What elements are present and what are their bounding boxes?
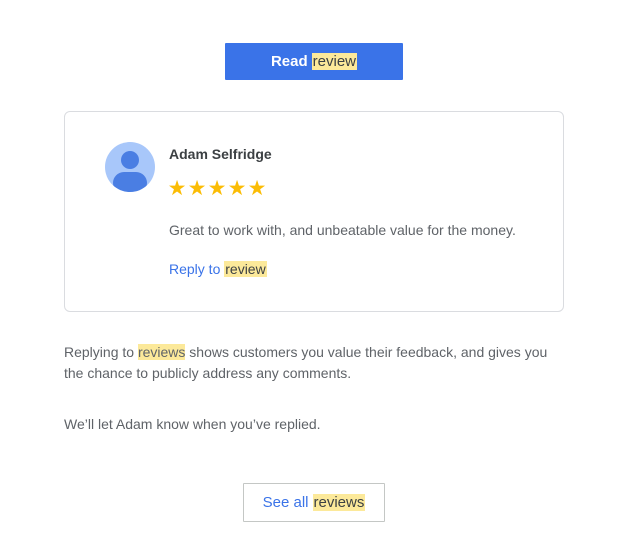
reply-info-suffix: shows customers you value their feedback… <box>64 344 548 381</box>
reply-info-highlight: reviews <box>137 344 186 360</box>
review-text: Great to work with, and unbeatable value… <box>169 222 516 238</box>
star-icon: ★ <box>207 177 227 200</box>
reply-link-label: Reply to <box>169 261 221 277</box>
person-icon-body <box>113 172 147 192</box>
star-rating: ★ ★ ★ ★ ★ <box>167 176 267 202</box>
star-icon: ★ <box>247 177 267 200</box>
avatar <box>105 142 155 192</box>
reply-info-prefix: Replying to <box>64 344 135 360</box>
review-card: Adam Selfridge ★ ★ ★ ★ ★ Great to work with,… <box>64 111 564 312</box>
person-icon <box>121 151 139 169</box>
reply-info-paragraph: Replying to reviews shows customers you … <box>64 342 564 384</box>
read-review-button[interactable]: Read review <box>225 43 403 80</box>
read-review-highlight: review <box>311 53 358 70</box>
see-all-reviews-button[interactable]: See all reviews <box>243 483 385 522</box>
notify-paragraph: We’ll let Adam know when you’ve replied. <box>64 416 321 432</box>
reply-link-highlight: review <box>224 261 267 277</box>
star-icon: ★ <box>167 177 187 200</box>
reply-to-review-link[interactable]: Reply to review <box>169 261 267 277</box>
reviewer-name: Adam Selfridge <box>169 146 272 162</box>
read-review-label: Read <box>270 53 308 70</box>
star-icon: ★ <box>187 177 207 200</box>
see-all-label: See all <box>262 494 309 511</box>
star-icon: ★ <box>227 177 247 200</box>
see-all-highlight: reviews <box>312 494 366 511</box>
